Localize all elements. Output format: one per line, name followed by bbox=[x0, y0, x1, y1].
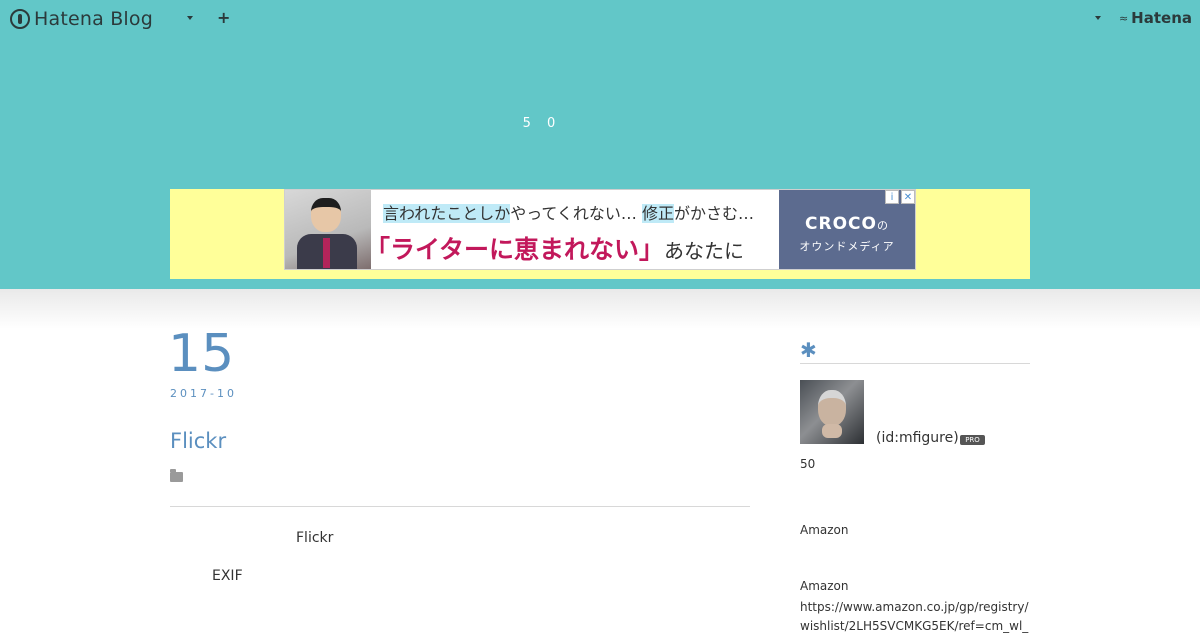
user-avatar[interactable] bbox=[800, 380, 864, 444]
ad-brand-logo-suffix: の bbox=[876, 219, 889, 232]
ad-brand-logo: CROCOの bbox=[779, 214, 915, 234]
entry-date-day[interactable]: 15 bbox=[168, 324, 234, 384]
ad-info-icon[interactable]: i bbox=[885, 190, 899, 204]
ad-headline-tail: あなたに bbox=[664, 239, 745, 263]
ad-close-icon[interactable]: ✕ bbox=[901, 190, 915, 204]
account-menu-caret-down-icon[interactable] bbox=[1095, 16, 1101, 20]
avatar-face bbox=[818, 390, 846, 426]
ad-person-head bbox=[311, 198, 341, 232]
ad-container: 言われたことしかやってくれない… 修正がかさむ… 「ライターに恵まれない」あなた… bbox=[170, 189, 1030, 279]
entry-paragraph: Flickr bbox=[296, 530, 334, 546]
ad-choices[interactable]: i ✕ bbox=[885, 190, 915, 204]
brand-name: Hatena Blog bbox=[34, 8, 153, 30]
hatena-blog-logo-icon bbox=[10, 9, 30, 29]
blog-menu-caret-down-icon[interactable] bbox=[187, 16, 193, 20]
entry-title[interactable]: Flickr bbox=[170, 429, 226, 453]
sidebar-text: 50 bbox=[800, 457, 816, 471]
header-shadow bbox=[0, 289, 1200, 329]
ad-brand-subtitle: オウンドメディア bbox=[799, 240, 895, 253]
hatena-blog-home-link[interactable]: Hatena Blog bbox=[10, 7, 153, 31]
ad-person-tie bbox=[323, 238, 330, 268]
add-entry-plus-icon[interactable]: + bbox=[217, 9, 230, 27]
blog-header: Hatena Blog + ≈ Hatena 5 0 言われたことしかやってくれ… bbox=[0, 0, 1200, 289]
sidebar-text-amazon-2: Amazon bbox=[800, 579, 849, 593]
avatar-hand bbox=[822, 424, 842, 438]
ad-person-image bbox=[285, 190, 371, 269]
amazon-wishlist-link[interactable]: https://www.amazon.co.jp/gp/registry/wis… bbox=[800, 598, 1030, 636]
global-header-bar: Hatena Blog + ≈ Hatena bbox=[0, 0, 1200, 38]
entry-divider bbox=[170, 506, 750, 507]
ad-text-highlight-2: 修正 bbox=[642, 204, 675, 223]
ad-brand-logo-text: CROCO bbox=[805, 214, 877, 234]
category-folder-icon bbox=[170, 469, 183, 482]
pro-badge: PRO bbox=[960, 435, 985, 445]
entry-paragraph-2: EXIF bbox=[212, 568, 243, 584]
blog-description: 5 0 bbox=[522, 116, 562, 131]
ad-headline-1: 言われたことしかやってくれない… 修正がかさむ… bbox=[383, 200, 754, 224]
hatena-home-link[interactable]: ≈ Hatena bbox=[1119, 9, 1192, 27]
sidebar-section-heading: ✱ bbox=[800, 338, 1030, 364]
ad-text-2: がかさむ… bbox=[674, 204, 755, 223]
ad-banner[interactable]: 言われたことしかやってくれない… 修正がかさむ… 「ライターに恵まれない」あなた… bbox=[284, 189, 916, 270]
ad-text-highlight: 言われたことしか bbox=[383, 204, 511, 223]
sidebar-text-amazon: Amazon bbox=[800, 523, 849, 537]
ad-headline-2: 「ライターに恵まれない」あなたに bbox=[365, 230, 744, 266]
user-id-link[interactable]: (id:mfigure) bbox=[876, 430, 959, 446]
ad-headline-main: 「ライターに恵まれない」 bbox=[365, 235, 665, 264]
hatena-logo-text: Hatena bbox=[1131, 9, 1192, 27]
hatena-logo-icon: ≈ bbox=[1118, 11, 1128, 25]
ad-text: やってくれない… bbox=[510, 204, 637, 223]
entry-date-year-month[interactable]: 2017-10 bbox=[170, 387, 237, 400]
